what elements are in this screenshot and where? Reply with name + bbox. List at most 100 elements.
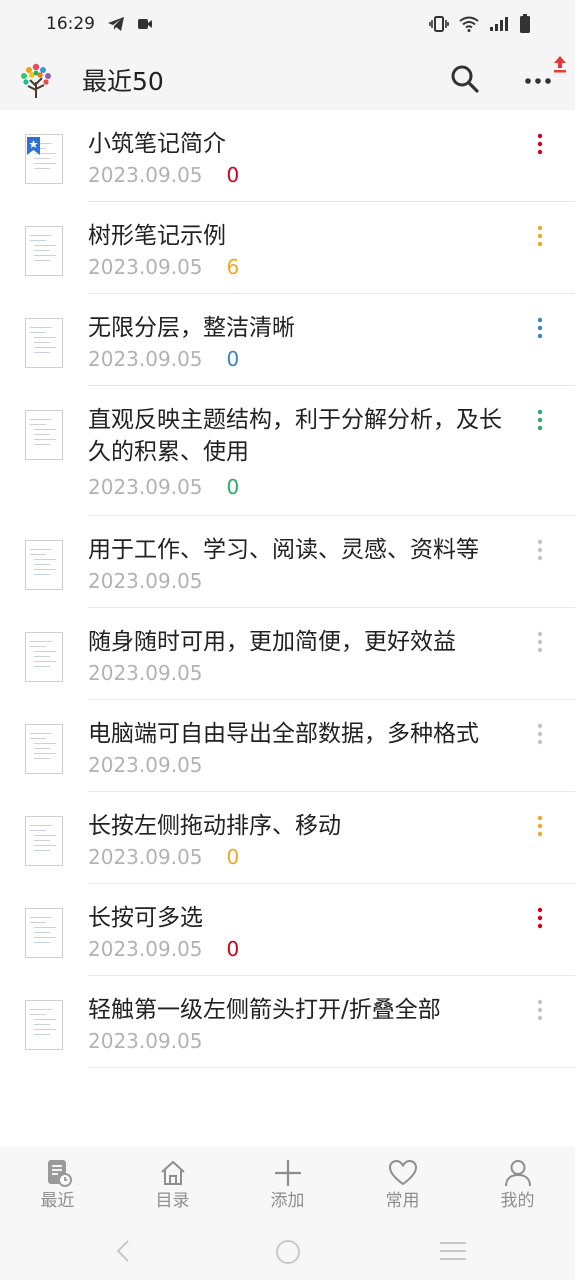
note-child-count: 0 bbox=[226, 163, 240, 187]
note-date: 2023.09.05 bbox=[88, 475, 203, 499]
note-date: 2023.09.05 bbox=[88, 845, 203, 869]
item-menu-icon[interactable] bbox=[532, 408, 548, 434]
status-bar: 16:29 bbox=[0, 0, 575, 48]
note-thumbnail[interactable] bbox=[25, 226, 63, 276]
note-title: 无限分层，整洁清晰 bbox=[88, 315, 295, 341]
nav-item-favorites[interactable]: 常用 bbox=[345, 1146, 460, 1224]
note-title: 直观反映主题结构，利于分解分析，及长久的积累、使用 bbox=[88, 407, 502, 465]
note-thumbnail[interactable] bbox=[25, 816, 63, 866]
list-item[interactable]: 轻触第一级左侧箭头打开/折叠全部 2023.09.05 bbox=[0, 976, 575, 1068]
list-item[interactable]: 长按可多选 2023.09.05 0 bbox=[0, 884, 575, 976]
wifi-icon bbox=[459, 16, 479, 32]
note-title: 长按可多选 bbox=[88, 905, 203, 931]
back-icon[interactable] bbox=[112, 1238, 134, 1264]
item-menu-icon[interactable] bbox=[532, 722, 548, 748]
page-title: 最近50 bbox=[82, 67, 164, 96]
nav-label: 常用 bbox=[385, 1191, 420, 1211]
list-item[interactable]: 电脑端可自由导出全部数据，多种格式 2023.09.05 bbox=[0, 700, 575, 792]
item-menu-icon[interactable] bbox=[532, 630, 548, 656]
heart-icon bbox=[388, 1159, 417, 1186]
more-options-icon[interactable] bbox=[522, 63, 554, 95]
status-time: 16:29 bbox=[46, 14, 95, 34]
note-meta: 2023.09.05 0 bbox=[88, 844, 239, 870]
list-item[interactable]: 随身随时可用，更加简便，更好效益 2023.09.05 bbox=[0, 608, 575, 700]
note-date: 2023.09.05 bbox=[88, 347, 203, 371]
note-date: 2023.09.05 bbox=[88, 163, 203, 187]
note-thumbnail[interactable] bbox=[25, 632, 63, 682]
app-bar: 最近50 bbox=[0, 48, 575, 110]
note-thumbnail[interactable] bbox=[25, 724, 63, 774]
note-thumbnail[interactable] bbox=[25, 540, 63, 590]
list-item[interactable]: 树形笔记示例 2023.09.05 6 bbox=[0, 202, 575, 294]
note-meta: 2023.09.05 0 bbox=[88, 162, 239, 188]
nav-item-add[interactable]: 添加 bbox=[230, 1146, 345, 1224]
list-item[interactable]: 小筑笔记简介 2023.09.05 0 bbox=[0, 110, 575, 202]
note-title: 轻触第一级左侧箭头打开/折叠全部 bbox=[88, 997, 441, 1023]
item-menu-icon[interactable] bbox=[532, 316, 548, 342]
video-record-icon bbox=[137, 17, 153, 31]
list-item[interactable]: 长按左侧拖动排序、移动 2023.09.05 0 bbox=[0, 792, 575, 884]
nav-item-catalog[interactable]: 目录 bbox=[115, 1146, 230, 1224]
recent-apps-icon[interactable] bbox=[439, 1240, 467, 1262]
plus-icon bbox=[274, 1160, 301, 1186]
system-nav-bar bbox=[0, 1224, 575, 1280]
note-thumbnail[interactable] bbox=[25, 410, 63, 460]
recent-icon bbox=[47, 1160, 72, 1187]
note-meta: 2023.09.05 bbox=[88, 660, 203, 686]
note-date: 2023.09.05 bbox=[88, 661, 203, 685]
note-date: 2023.09.05 bbox=[88, 255, 203, 279]
note-date: 2023.09.05 bbox=[88, 569, 203, 593]
note-date: 2023.09.05 bbox=[88, 753, 203, 777]
nav-item-profile[interactable]: 我的 bbox=[460, 1146, 575, 1224]
note-meta: 2023.09.05 bbox=[88, 752, 203, 778]
nav-label: 最近 bbox=[40, 1191, 75, 1211]
note-child-count: 0 bbox=[226, 937, 240, 961]
nav-item-recent[interactable]: 最近 bbox=[0, 1146, 115, 1224]
item-menu-icon[interactable] bbox=[532, 906, 548, 932]
note-meta: 2023.09.05 0 bbox=[88, 346, 239, 372]
note-meta: 2023.09.05 0 bbox=[88, 474, 239, 500]
note-title: 随身随时可用，更加简便，更好效益 bbox=[88, 629, 456, 655]
note-meta: 2023.09.05 6 bbox=[88, 254, 239, 280]
note-thumbnail[interactable] bbox=[25, 908, 63, 958]
note-title: 树形笔记示例 bbox=[88, 223, 226, 249]
bookmark-icon bbox=[27, 137, 40, 155]
item-menu-icon[interactable] bbox=[532, 132, 548, 158]
user-icon bbox=[504, 1160, 531, 1187]
tree-logo-icon bbox=[16, 60, 56, 100]
note-thumbnail[interactable] bbox=[25, 134, 63, 184]
note-date: 2023.09.05 bbox=[88, 937, 203, 961]
note-child-count: 0 bbox=[226, 845, 240, 869]
home-circle-icon[interactable] bbox=[275, 1239, 301, 1265]
note-title: 长按左侧拖动排序、移动 bbox=[88, 813, 341, 839]
note-date: 2023.09.05 bbox=[88, 1029, 203, 1053]
list-item[interactable]: 直观反映主题结构，利于分解分析，及长久的积累、使用 2023.09.05 0 bbox=[0, 386, 575, 516]
note-title: 电脑端可自由导出全部数据，多种格式 bbox=[88, 721, 479, 747]
bottom-nav: 最近 目录 添加 常用 我的 bbox=[0, 1146, 575, 1224]
note-meta: 2023.09.05 0 bbox=[88, 936, 239, 962]
battery-icon bbox=[519, 14, 531, 34]
note-title: 用于工作、学习、阅读、灵感、资料等 bbox=[88, 537, 479, 563]
search-icon[interactable] bbox=[449, 63, 481, 95]
note-list: 小筑笔记简介 2023.09.05 0 树形笔记示例 2023.09.05 6 无限分层，整… bbox=[0, 110, 575, 1068]
nav-label: 我的 bbox=[500, 1191, 535, 1211]
item-menu-icon[interactable] bbox=[532, 538, 548, 564]
list-item[interactable]: 用于工作、学习、阅读、灵感、资料等 2023.09.05 bbox=[0, 516, 575, 608]
list-item[interactable]: 无限分层，整洁清晰 2023.09.05 0 bbox=[0, 294, 575, 386]
divider bbox=[88, 1067, 575, 1068]
note-title: 小筑笔记简介 bbox=[88, 131, 226, 157]
note-meta: 2023.09.05 bbox=[88, 1028, 203, 1054]
note-thumbnail[interactable] bbox=[25, 318, 63, 368]
home-icon bbox=[160, 1161, 185, 1185]
telegram-icon bbox=[107, 16, 125, 32]
vibrate-icon bbox=[429, 15, 449, 33]
note-child-count: 0 bbox=[226, 347, 240, 371]
nav-label: 目录 bbox=[155, 1191, 190, 1211]
item-menu-icon[interactable] bbox=[532, 224, 548, 250]
nav-label: 添加 bbox=[270, 1191, 305, 1211]
signal-icon bbox=[489, 16, 509, 32]
item-menu-icon[interactable] bbox=[532, 814, 548, 840]
note-child-count: 6 bbox=[226, 255, 240, 279]
item-menu-icon[interactable] bbox=[532, 998, 548, 1024]
note-thumbnail[interactable] bbox=[25, 1000, 63, 1050]
